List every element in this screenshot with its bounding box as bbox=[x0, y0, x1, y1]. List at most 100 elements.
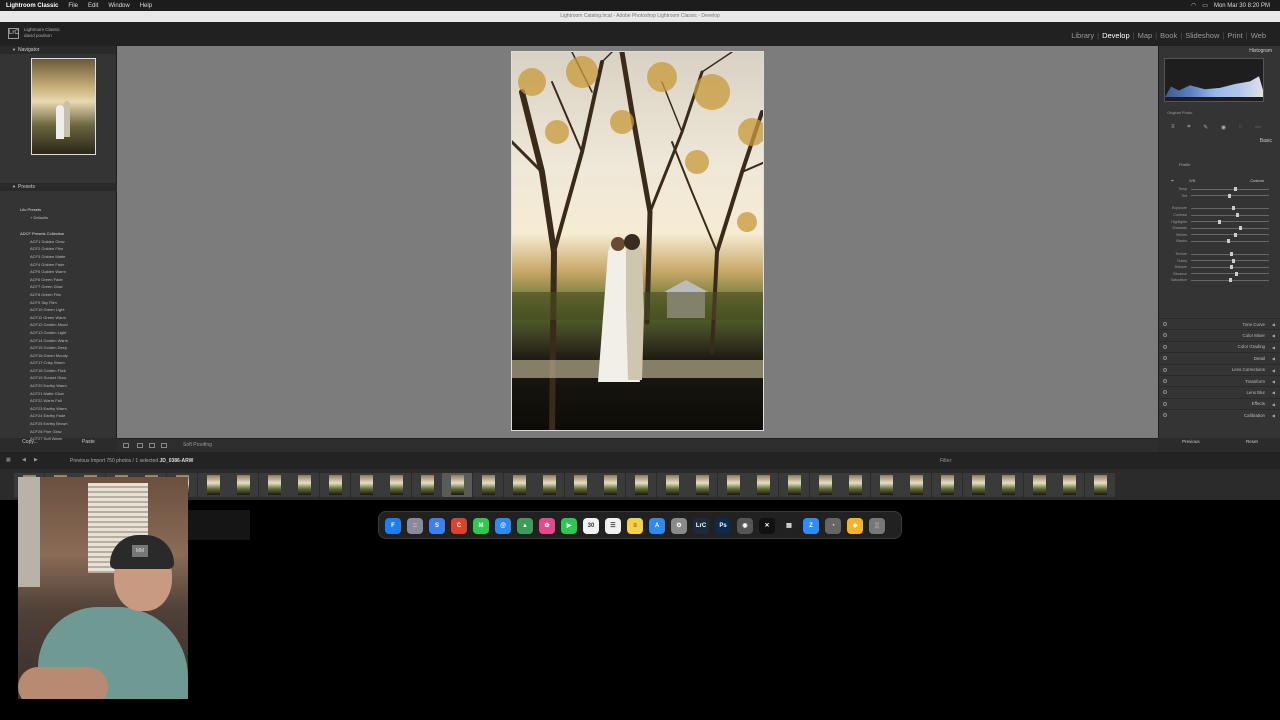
expand-triangle-icon[interactable]: ◀ bbox=[1272, 322, 1275, 327]
preset-item[interactable]: ACF20 Earthy Warm bbox=[20, 382, 110, 390]
back-arrow-icon[interactable]: ◀ bbox=[22, 457, 26, 463]
expand-triangle-icon[interactable]: ◀ bbox=[1272, 379, 1275, 384]
photoshop-icon[interactable]: Ps bbox=[715, 518, 731, 534]
slider-track[interactable] bbox=[1191, 278, 1269, 283]
filmstrip-thumb[interactable] bbox=[717, 473, 748, 497]
section-header[interactable]: Calibration ◀ bbox=[1159, 409, 1280, 420]
preset-item[interactable]: ACF15 Golden Deep bbox=[20, 344, 110, 352]
slider-knob[interactable] bbox=[1231, 206, 1235, 211]
preset-item[interactable]: ACF1 Golden Glow bbox=[20, 238, 110, 246]
preset-item[interactable]: ACF22 Warm Fall bbox=[20, 397, 110, 405]
filmstrip-thumb[interactable] bbox=[779, 473, 809, 497]
menu-edit[interactable]: Edit bbox=[88, 3, 98, 9]
section-header[interactable]: Color Grading ◀ bbox=[1159, 340, 1280, 352]
module-slideshow[interactable]: Slideshow bbox=[1185, 31, 1219, 40]
filmstrip-thumb[interactable] bbox=[901, 473, 932, 497]
visibility-toggle-icon[interactable] bbox=[1163, 378, 1167, 383]
filmstrip-thumb[interactable] bbox=[962, 473, 993, 497]
preset-item[interactable]: ACF17 Crisp Warm bbox=[20, 359, 110, 367]
slider-track[interactable] bbox=[1191, 265, 1269, 270]
section-header[interactable]: Transform ◀ bbox=[1159, 374, 1280, 386]
module-book[interactable]: Book bbox=[1160, 31, 1177, 40]
loupe-view-icon[interactable] bbox=[123, 443, 129, 448]
calendar-icon[interactable]: 30 bbox=[583, 518, 599, 534]
filmstrip-thumb[interactable] bbox=[381, 473, 412, 497]
visibility-toggle-icon[interactable] bbox=[1163, 356, 1167, 361]
copy-button[interactable]: Copy... bbox=[22, 439, 37, 449]
preset-item[interactable]: ACF19 Sunset Glow bbox=[20, 374, 110, 382]
slider-track[interactable] bbox=[1191, 271, 1269, 276]
slider-knob[interactable] bbox=[1226, 239, 1230, 244]
visibility-toggle-icon[interactable] bbox=[1163, 401, 1167, 406]
wifi-icon[interactable]: ◠ bbox=[1191, 2, 1196, 9]
filmstrip-thumb[interactable] bbox=[320, 473, 350, 497]
before-after-split-icon[interactable] bbox=[149, 443, 155, 448]
filmstrip-thumb[interactable] bbox=[1085, 473, 1115, 497]
appstore-icon[interactable]: A bbox=[649, 518, 665, 534]
section-header[interactable]: Lens Corrections ◀ bbox=[1159, 363, 1280, 375]
capcut-icon[interactable]: ✕ bbox=[759, 518, 775, 534]
expand-triangle-icon[interactable]: ◀ bbox=[1272, 402, 1275, 407]
compare-icon[interactable] bbox=[161, 443, 167, 448]
preset-item[interactable]: ACF23 Earthy Warm bbox=[20, 405, 110, 413]
image-view[interactable] bbox=[117, 46, 1158, 438]
preset-item[interactable]: ACF3 Golden Matte bbox=[20, 253, 110, 261]
module-library[interactable]: Library bbox=[1071, 31, 1094, 40]
forward-arrow-icon[interactable]: ▶ bbox=[34, 457, 38, 463]
filmstrip-thumb[interactable] bbox=[809, 473, 840, 497]
healing-icon[interactable]: ✎ bbox=[1203, 124, 1208, 134]
slider-track[interactable] bbox=[1191, 206, 1269, 211]
collapse-triangle-icon[interactable]: ▼ bbox=[12, 46, 16, 54]
launchpad-icon[interactable]: :: bbox=[407, 518, 423, 534]
module-print[interactable]: Print bbox=[1227, 31, 1242, 40]
slider-track[interactable] bbox=[1191, 213, 1269, 218]
davinci-icon[interactable]: ◉ bbox=[737, 518, 753, 534]
slider-knob[interactable] bbox=[1233, 232, 1237, 237]
menu-file[interactable]: File bbox=[68, 3, 78, 9]
slider-track[interactable] bbox=[1191, 232, 1269, 237]
istat-icon[interactable]: ◔ bbox=[825, 518, 841, 534]
preset-item[interactable]: ACF26 Fine Glow bbox=[20, 428, 110, 436]
slider-knob[interactable] bbox=[1228, 193, 1232, 198]
module-develop[interactable]: Develop bbox=[1102, 31, 1130, 40]
app-menu[interactable]: Lightroom Classic bbox=[6, 3, 58, 9]
section-header[interactable]: Effects ◀ bbox=[1159, 397, 1280, 409]
module-map[interactable]: Map bbox=[1138, 31, 1153, 40]
maps-icon[interactable]: ▲ bbox=[517, 518, 533, 534]
slider-track[interactable] bbox=[1191, 219, 1269, 224]
menu-help[interactable]: Help bbox=[140, 3, 152, 9]
expand-triangle-icon[interactable]: ◀ bbox=[1272, 333, 1275, 338]
slider-track[interactable] bbox=[1191, 193, 1269, 198]
filmstrip-thumb[interactable] bbox=[564, 473, 595, 497]
filmstrip-thumb[interactable] bbox=[1054, 473, 1085, 497]
grid-icon[interactable]: ▦ bbox=[6, 457, 11, 463]
filmstrip-thumb[interactable] bbox=[656, 473, 687, 497]
main-photo[interactable] bbox=[511, 51, 764, 431]
preset-group[interactable]: Lito Presets bbox=[20, 206, 110, 214]
section-header[interactable]: Tone Curve ◀ bbox=[1159, 318, 1280, 329]
filmstrip-thumb[interactable] bbox=[534, 473, 565, 497]
safari-icon[interactable]: S bbox=[429, 518, 445, 534]
slider-knob[interactable] bbox=[1236, 213, 1240, 218]
section-header[interactable]: Detail ◀ bbox=[1159, 352, 1280, 363]
filmstrip-thumb[interactable] bbox=[626, 473, 656, 497]
preset-item[interactable]: ACF2 Golden Film bbox=[20, 245, 110, 253]
red-eye-icon[interactable]: ◉ bbox=[1221, 124, 1226, 134]
filmstrip-thumb[interactable] bbox=[993, 473, 1024, 497]
preset-item[interactable]: ACF10 Green Light bbox=[20, 306, 110, 314]
chrome-icon[interactable]: C bbox=[451, 518, 467, 534]
expand-triangle-icon[interactable]: ◀ bbox=[1272, 368, 1275, 373]
finder-icon[interactable]: F bbox=[385, 518, 401, 534]
paste-button[interactable]: Paste bbox=[82, 439, 95, 449]
basic-header[interactable]: Basic bbox=[1260, 138, 1272, 144]
expand-triangle-icon[interactable]: ◀ bbox=[1272, 345, 1275, 350]
clock[interactable]: Mon Mar 30 8:20 PM bbox=[1214, 3, 1270, 9]
filmstrip-thumb[interactable] bbox=[442, 473, 473, 497]
zoom-icon[interactable]: Z bbox=[803, 518, 819, 534]
slider-track[interactable] bbox=[1191, 187, 1269, 192]
clapper-icon[interactable]: ▤ bbox=[781, 518, 797, 534]
soft-proofing-checkbox[interactable]: Soft Proofing bbox=[183, 442, 212, 448]
preset-item[interactable]: + Defaults bbox=[20, 214, 110, 222]
filmstrip-thumb[interactable] bbox=[197, 473, 228, 497]
filmstrip-thumb[interactable] bbox=[350, 473, 381, 497]
